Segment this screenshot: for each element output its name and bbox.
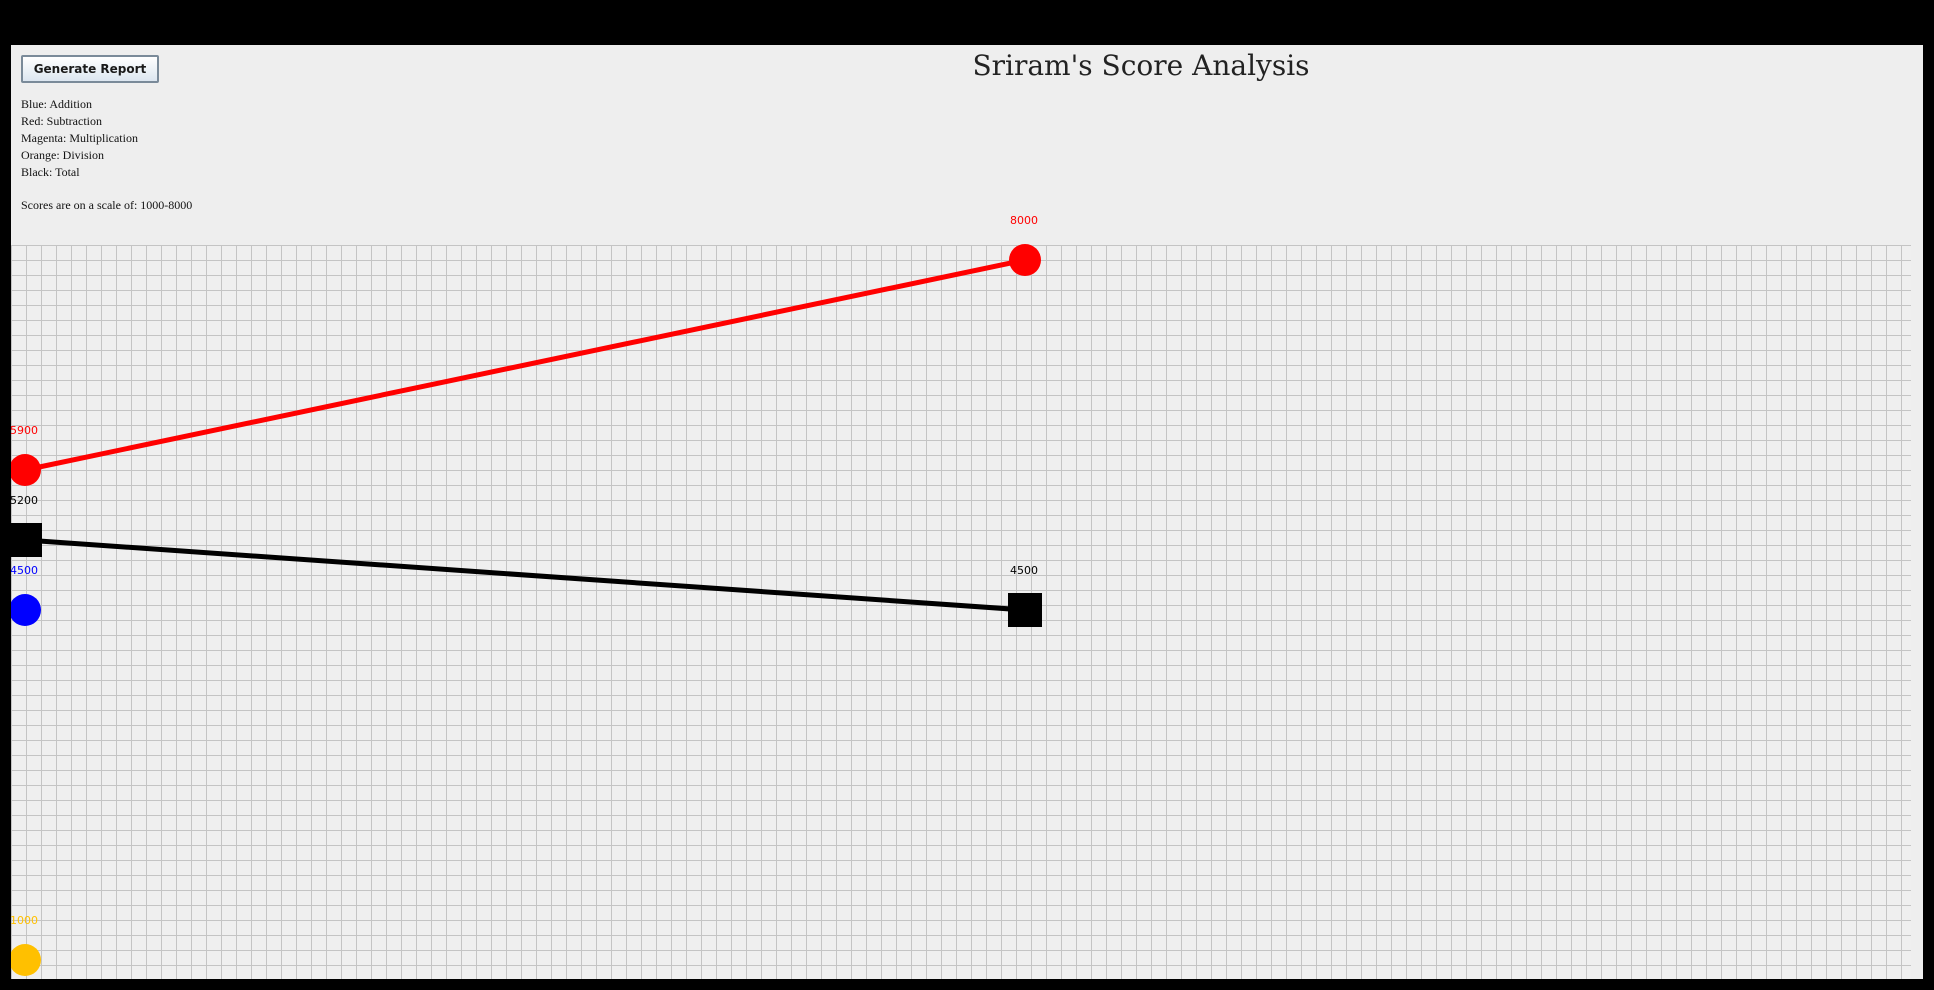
total-point [1008, 593, 1042, 627]
app-window: 4500 5900 8000 1000 5200 4500 Generate Report… [11, 45, 1923, 979]
score-chart: 4500 5900 8000 1000 5200 4500 [11, 214, 1911, 979]
chart-grid [11, 245, 1911, 979]
legend-item-multiplication: Magenta: Multiplication [21, 131, 138, 145]
scale-note: Scores are on a scale of: 1000-8000 [21, 198, 193, 212]
legend-item-addition: Blue: Addition [21, 97, 93, 111]
total-data-label: 4500 [1010, 564, 1038, 577]
division-data-label: 1000 [11, 914, 38, 927]
addition-data-label: 4500 [11, 564, 38, 577]
legend-item-total: Black: Total [21, 165, 80, 179]
subtraction-data-label: 8000 [1010, 214, 1038, 227]
legend-item-division: Orange: Division [21, 148, 104, 162]
page-title: Sriram's Score Analysis [972, 49, 1310, 82]
total-point [11, 523, 42, 557]
subtraction-data-label: 5900 [11, 424, 38, 437]
legend-item-subtraction: Red: Subtraction [21, 114, 102, 128]
total-data-label: 5200 [11, 494, 38, 507]
subtraction-point [1009, 244, 1041, 276]
legend: Blue: Addition Red: Subtraction Magenta:… [21, 96, 138, 181]
